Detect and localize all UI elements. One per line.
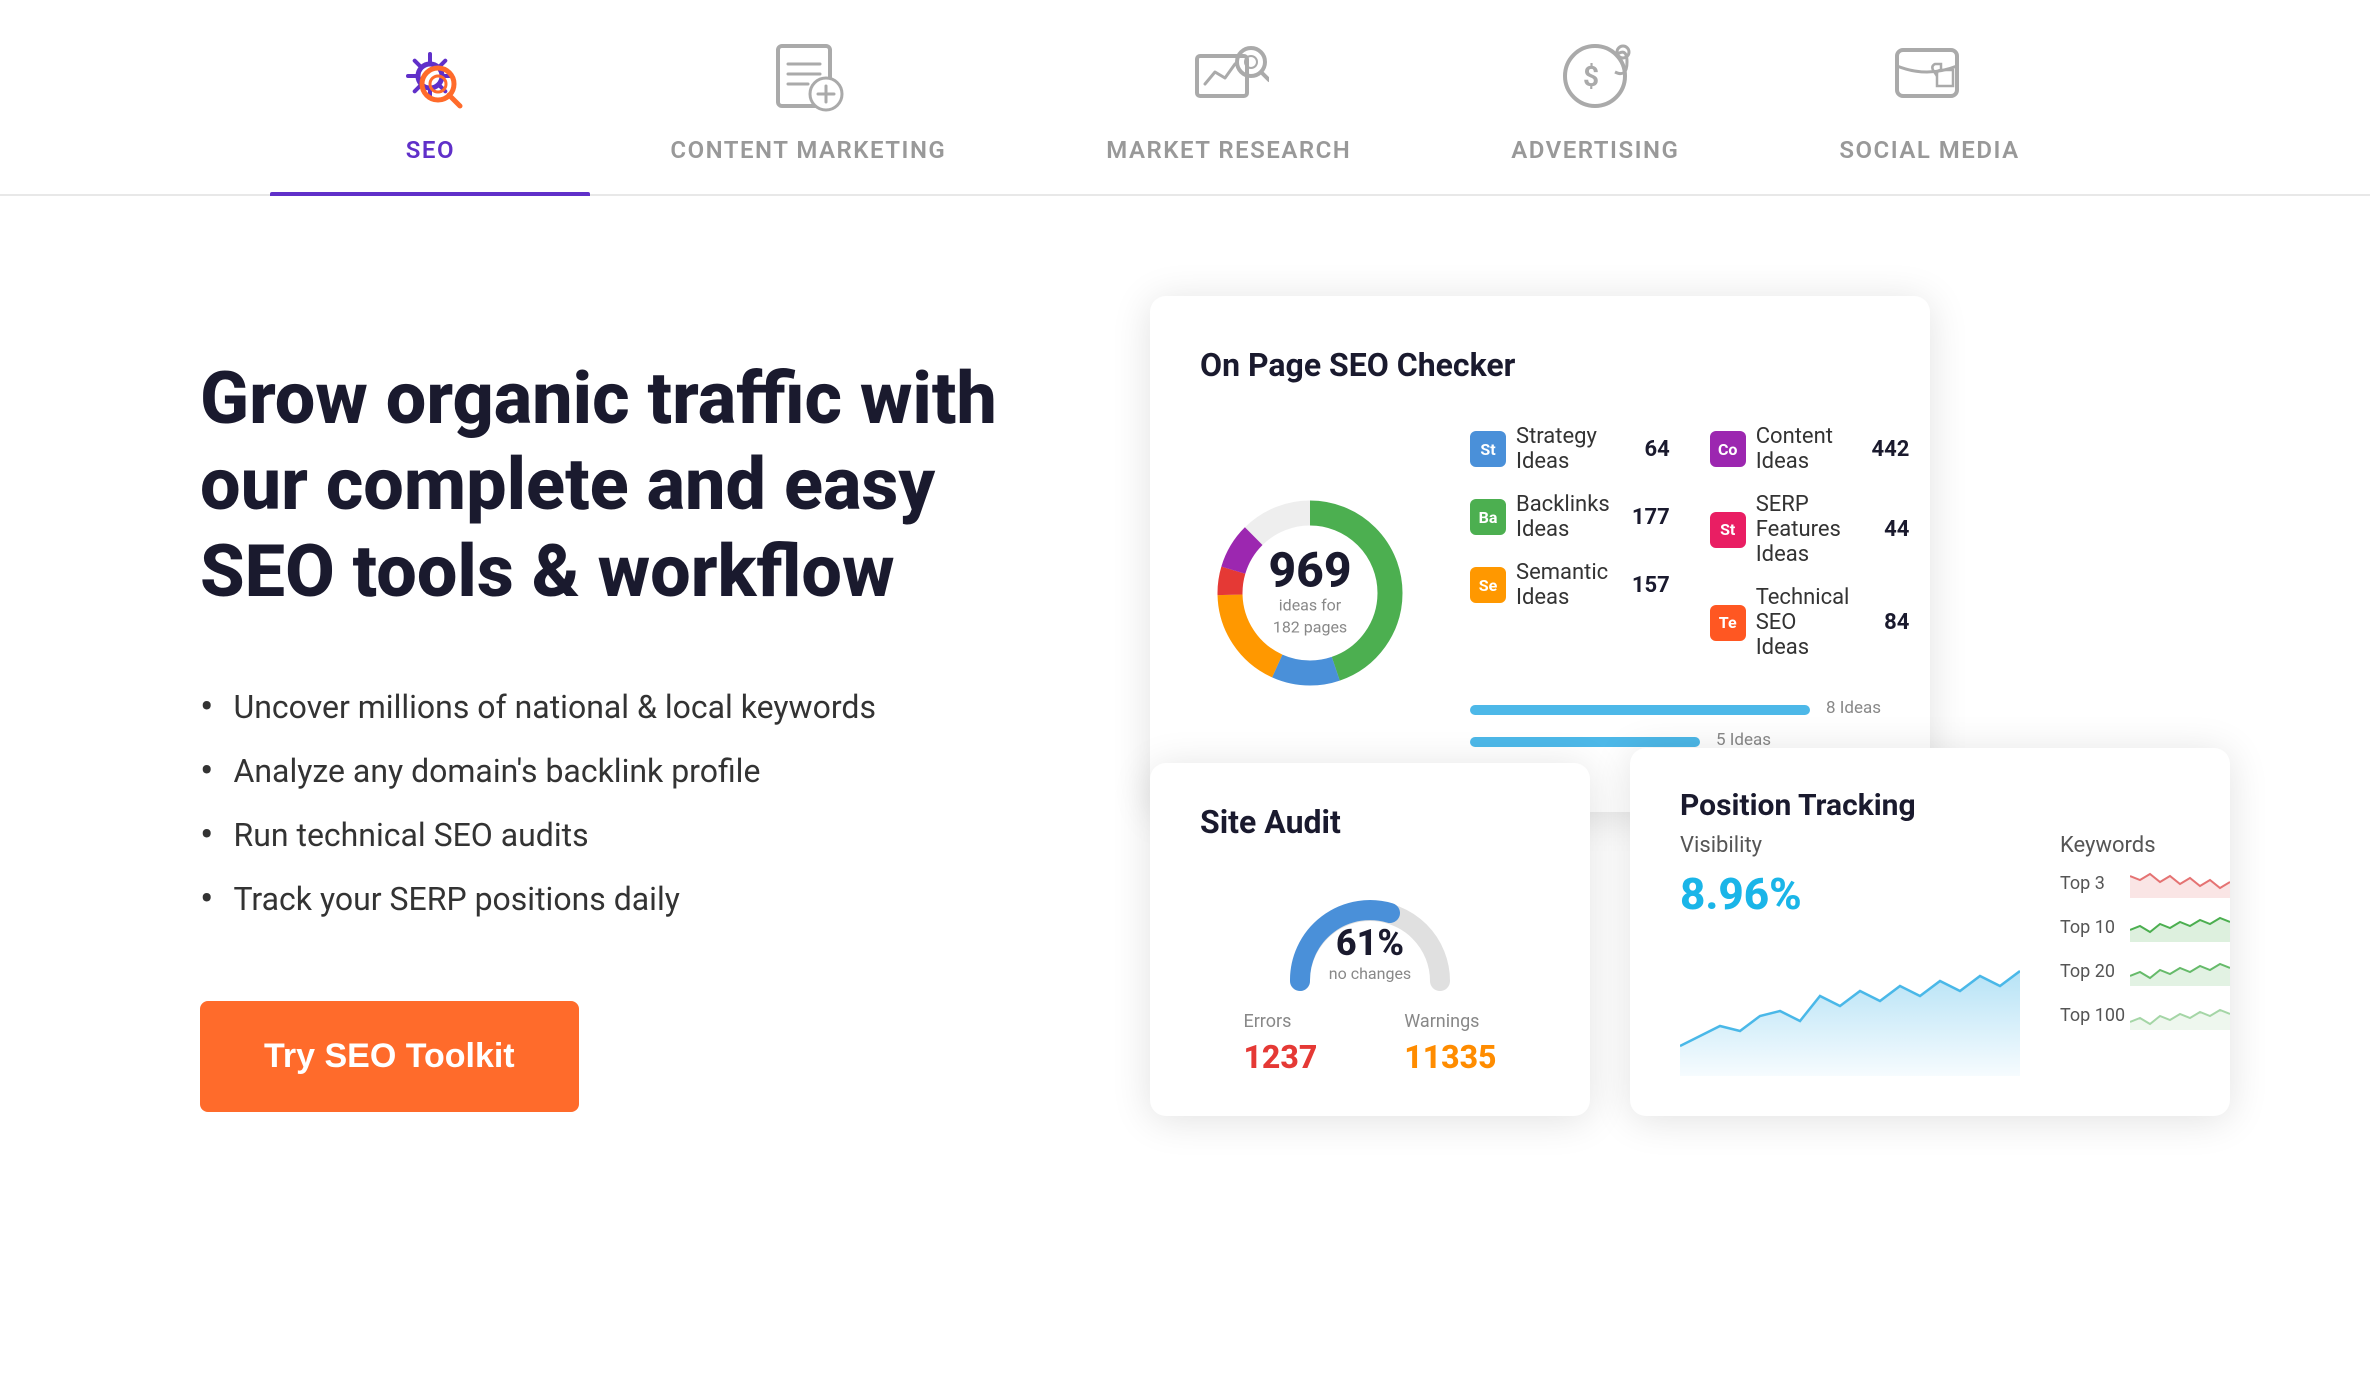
visibility-chart (1680, 936, 2020, 1076)
backlinks-count: 177 (1620, 505, 1670, 530)
donut-chart: 969 ideas for 182 pages (1200, 483, 1420, 703)
errors-stat: Errors 1237 (1243, 1011, 1317, 1076)
visibility-section: Visibility 8.96% (1680, 833, 2020, 1076)
tab-content-marketing-label: CONTENT MARKETING (670, 136, 946, 164)
bar-row-1: 8 Ideas (1470, 698, 1909, 718)
ideas-row-serp: St SERP Features Ideas 44 (1710, 492, 1910, 567)
bar-2-label: 5 Ideas (1716, 730, 1771, 750)
ideas-row-content: Co Content Ideas 442 (1710, 424, 1910, 474)
hero-section: Grow organic traffic with our complete a… (200, 296, 1050, 1112)
keywords-row-top20: Top 20 (2060, 956, 2230, 986)
seo-checker-card: On Page SEO Checker (1150, 296, 1930, 812)
keywords-section: Keywords Top 3 Top 10 (2060, 833, 2230, 1076)
tab-advertising[interactable]: $ ADVERTISING (1431, 0, 1759, 194)
audit-stats: Errors 1237 Warnings 11335 (1200, 1011, 1540, 1076)
backlinks-badge: Ba (1470, 499, 1506, 535)
donut-number: 969 (1268, 547, 1351, 595)
ideas-row-strategy: St Strategy Ideas 64 (1470, 424, 1670, 474)
gauge-sub: no changes (1329, 964, 1411, 983)
sparkline-top10 (2130, 912, 2230, 942)
keywords-row-top3: Top 3 (2060, 868, 2230, 898)
ideas-row-technical: Te Technical SEO Ideas 84 (1710, 585, 1910, 660)
strategy-label: Strategy Ideas (1516, 424, 1610, 474)
hero-heading: Grow organic traffic with our complete a… (200, 356, 1050, 615)
tab-content-marketing[interactable]: CONTENT MARKETING (590, 0, 1026, 194)
seo-checker-body: 969 ideas for 182 pages St (1200, 424, 1880, 762)
ideas-row-backlinks: Ba Backlinks Ideas 177 (1470, 492, 1670, 542)
sparkline-top20 (2130, 956, 2230, 986)
cta-button[interactable]: Try SEO Toolkit (200, 1001, 579, 1112)
main-content: Grow organic traffic with our complete a… (0, 196, 2370, 1212)
tab-seo[interactable]: SEO (270, 0, 590, 194)
feature-item-1: Uncover millions of national & local key… (200, 675, 1050, 739)
tab-social-media[interactable]: SOCIAL MEDIA (1759, 0, 2099, 194)
semantic-count: 157 (1620, 573, 1670, 598)
warnings-value: 11335 (1404, 1038, 1496, 1076)
dashboard-widgets: On Page SEO Checker (1150, 296, 2170, 1096)
serp-badge: St (1710, 512, 1746, 548)
technical-badge: Te (1710, 605, 1746, 641)
market-research-icon (1189, 36, 1269, 116)
serp-label: SERP Features Ideas (1756, 492, 1850, 567)
warnings-stat: Warnings 11335 (1404, 1011, 1496, 1076)
errors-label: Errors (1243, 1011, 1317, 1032)
semantic-badge: Se (1470, 567, 1506, 603)
tab-seo-label: SEO (406, 136, 455, 164)
errors-value: 1237 (1243, 1038, 1317, 1076)
seo-checker-title: On Page SEO Checker (1200, 346, 1880, 384)
content-count: 442 (1859, 437, 1909, 462)
technical-count: 84 (1859, 610, 1909, 635)
backlinks-label: Backlinks Ideas (1516, 492, 1610, 542)
site-audit-title: Site Audit (1200, 803, 1540, 841)
sparkline-top100 (2130, 1000, 2230, 1030)
site-audit-card: Site Audit 61% no changes (1150, 763, 1590, 1116)
bar-row-2: 5 Ideas (1470, 730, 1909, 750)
visibility-label: Visibility (1680, 833, 2020, 858)
gauge-percent: 61% (1329, 922, 1411, 964)
bar-2 (1470, 737, 1700, 747)
feature-item-4: Track your SERP positions daily (200, 867, 1050, 931)
ideas-legend: St Strategy Ideas 64 Ba Backlinks Ideas … (1470, 424, 1909, 762)
semantic-label: Semantic Ideas (1516, 560, 1610, 610)
keywords-row-top100: Top 100 (2060, 1000, 2230, 1030)
tab-social-media-label: SOCIAL MEDIA (1839, 136, 2019, 164)
keywords-row-top10: Top 10 (2060, 912, 2230, 942)
svg-text:$: $ (1583, 60, 1599, 93)
warnings-label: Warnings (1404, 1011, 1496, 1032)
content-badge: Co (1710, 431, 1746, 467)
feature-item-3: Run technical SEO audits (200, 803, 1050, 867)
content-label: Content Ideas (1756, 424, 1850, 474)
seo-icon (390, 36, 470, 116)
content-marketing-icon (768, 36, 848, 116)
strategy-count: 64 (1620, 437, 1670, 462)
bar-1-label: 8 Ideas (1826, 698, 1881, 718)
navigation-tabs: SEO CONTENT MARKETING MARKET RESEARCH $ (0, 0, 2370, 196)
strategy-badge: St (1470, 431, 1506, 467)
feature-item-2: Analyze any domain's backlink profile (200, 739, 1050, 803)
tab-market-research-label: MARKET RESEARCH (1106, 136, 1351, 164)
bar-1 (1470, 705, 1810, 715)
social-media-icon (1889, 36, 1969, 116)
technical-label: Technical SEO Ideas (1756, 585, 1850, 660)
ideas-row-semantic: Se Semantic Ideas 157 (1470, 560, 1670, 610)
advertising-icon: $ (1555, 36, 1635, 116)
donut-center: 969 ideas for 182 pages (1268, 547, 1351, 640)
visibility-value: 8.96% (1680, 868, 2020, 920)
position-tracking-card: Position Tracking Visibility 8.96% (1630, 748, 2230, 1116)
serp-count: 44 (1859, 517, 1909, 542)
position-body: Visibility 8.96% (1680, 833, 2180, 1076)
tab-market-research[interactable]: MARKET RESEARCH (1026, 0, 1431, 194)
keywords-label: Keywords (2060, 833, 2230, 858)
donut-sub: ideas for 182 pages (1268, 595, 1351, 640)
tab-advertising-label: ADVERTISING (1511, 136, 1679, 164)
position-tracking-title: Position Tracking (1680, 788, 2180, 823)
feature-list: Uncover millions of national & local key… (200, 675, 1050, 931)
sparkline-top3 (2130, 868, 2230, 898)
